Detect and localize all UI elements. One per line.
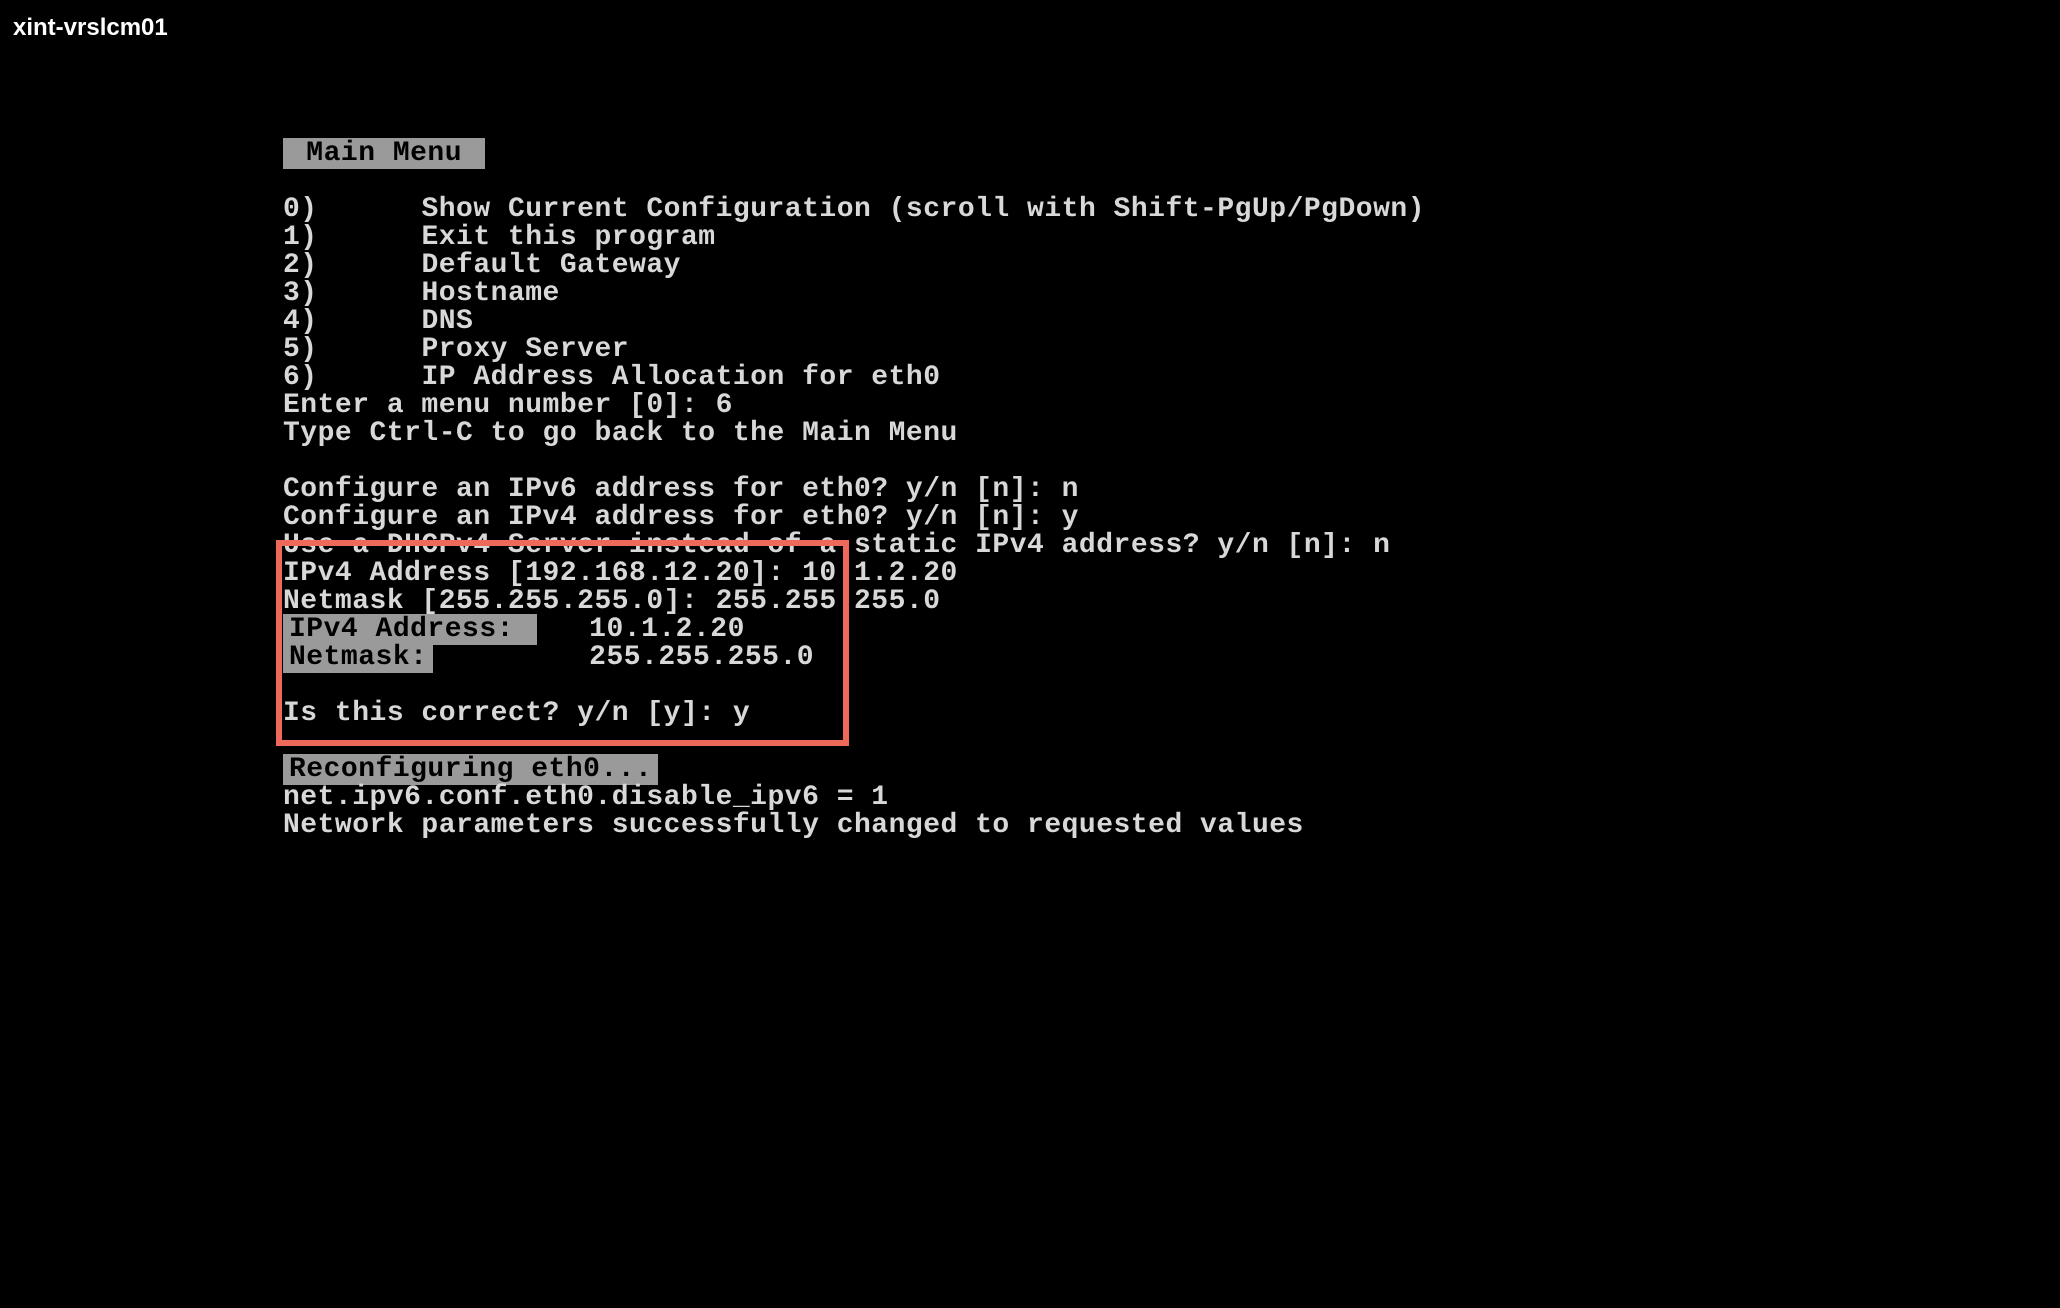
menu-number-prompt: Enter a menu number [0]: 6 xyxy=(283,392,1425,420)
summary-ipv4-label: IPv4 Address: xyxy=(283,614,537,645)
netmask-input: 255.255.255.0 xyxy=(716,586,941,617)
menu-item-1: 1) Exit this program xyxy=(283,224,1425,252)
menu-header: Main Menu xyxy=(283,138,485,169)
console-tab-title: xint-vrslcm01 xyxy=(13,16,168,40)
menu-item-3: 3) Hostname xyxy=(283,280,1425,308)
menu-item-2: 2) Default Gateway xyxy=(283,252,1425,280)
back-hint: Type Ctrl-C to go back to the Main Menu xyxy=(283,420,1425,448)
ipv4-prompt: Configure an IPv4 address for eth0? y/n … xyxy=(283,504,1425,532)
ipv4-answer: y xyxy=(1062,502,1079,533)
menu-number-input: 6 xyxy=(716,390,733,421)
dhcp-prompt: Use a DHCPv4 Server instead of a static … xyxy=(283,532,1425,560)
ipv6-answer: n xyxy=(1062,474,1079,505)
menu-item-5: 5) Proxy Server xyxy=(283,336,1425,364)
summary-ipv4-row: IPv4 Address: 10.1.2.20 xyxy=(283,616,1425,644)
ipv4-address-input: 10.1.2.20 xyxy=(802,558,958,589)
menu-item-4: 4) DNS xyxy=(283,308,1425,336)
menu-item-0: 0) Show Current Configuration (scroll wi… xyxy=(283,196,1425,224)
ipv4-address-prompt: IPv4 Address [192.168.12.20]: 10.1.2.20 xyxy=(283,560,1425,588)
dhcp-answer: n xyxy=(1373,530,1390,561)
reconfiguring-status: Reconfiguring eth0... xyxy=(283,754,658,785)
menu-item-6: 6) IP Address Allocation for eth0 xyxy=(283,364,1425,392)
confirm-prompt: Is this correct? y/n [y]: y xyxy=(283,700,1425,728)
success-message: Network parameters successfully changed … xyxy=(283,812,1425,840)
confirm-answer: y xyxy=(733,698,750,729)
summary-netmask-label: Netmask: xyxy=(283,642,433,673)
summary-netmask-row: Netmask: 255.255.255.0 xyxy=(283,644,1425,672)
console-output[interactable]: Main Menu 0) Show Current Configuration … xyxy=(283,140,1425,840)
summary-netmask-value: 255.255.255.0 xyxy=(433,642,814,673)
netmask-prompt: Netmask [255.255.255.0]: 255.255.255.0 xyxy=(283,588,1425,616)
ipv6-prompt: Configure an IPv6 address for eth0? y/n … xyxy=(283,476,1425,504)
disable-ipv6-output: net.ipv6.conf.eth0.disable_ipv6 = 1 xyxy=(283,784,1425,812)
summary-ipv4-value: 10.1.2.20 xyxy=(537,614,745,645)
